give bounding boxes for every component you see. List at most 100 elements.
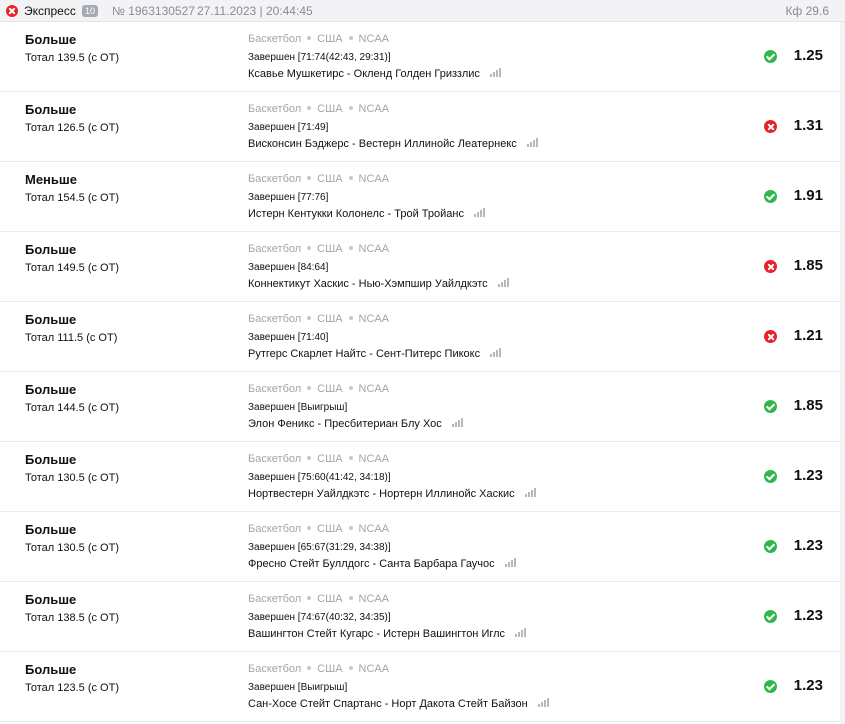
stats-bars-icon[interactable] [473, 208, 485, 217]
league-label: NCAA [358, 663, 390, 675]
event-meta: Баскетбол США NCAA [248, 593, 389, 605]
cross-circle-icon [764, 120, 777, 133]
bet-row[interactable]: Больше Тотал 111.5 (с ОТ) Баскетбол США NC… [0, 302, 840, 372]
teams-label: Истерн Кентукки Колонелс - Трой Тройанс [248, 208, 464, 220]
dot-separator [307, 456, 312, 461]
teams-label: Сан-Хосе Стейт Спартанс - Норт Дакота Ст… [248, 698, 528, 710]
event-teams: Элон Феникс - Пресбитериан Блу Хос [248, 418, 463, 430]
event-result: Завершен [74:67(40:32, 34:35)] [248, 612, 391, 623]
bet-coefficient: 1.23 [793, 607, 823, 624]
stats-bars-icon[interactable] [524, 488, 536, 497]
dot-separator [307, 246, 312, 251]
dot-separator [348, 106, 353, 111]
lost-status-icon [6, 5, 18, 17]
event-result: Завершен [71:40] [248, 332, 329, 343]
cross-circle-icon [764, 330, 777, 343]
country-label: США [317, 33, 343, 45]
check-circle-icon [764, 190, 777, 203]
event-teams: Ксавье Мушкетирс - Окленд Голден Гриззли… [248, 68, 501, 80]
league-label: NCAA [358, 103, 390, 115]
dot-separator [348, 176, 353, 181]
event-meta: Баскетбол США NCAA [248, 663, 389, 675]
stats-bars-icon[interactable] [526, 138, 538, 147]
country-label: США [317, 663, 343, 675]
dot-separator [348, 36, 353, 41]
dot-separator [307, 316, 312, 321]
scrollbar[interactable] [840, 22, 845, 724]
event-result: Завершен [75:60(41:42, 34:18)] [248, 472, 391, 483]
bet-row[interactable]: Меньше Тотал 154.5 (с ОТ) Баскетбол США NC… [0, 162, 840, 232]
bet-selection: Тотал 123.5 (с ОТ) [25, 682, 119, 694]
dot-separator [348, 316, 353, 321]
bet-row[interactable]: Больше Тотал 139.5 (с ОТ) Баскетбол США NC… [0, 22, 840, 92]
dot-separator [307, 666, 312, 671]
sport-label: Баскетбол [248, 593, 302, 605]
event-result: Завершен [Выигрыш] [248, 682, 348, 693]
coupon-header[interactable]: Экспресс 10 № 1963130527 27.11.2023 | 20… [0, 0, 845, 22]
bet-market: Больше [25, 242, 77, 257]
event-teams: Висконсин Бэджерс - Вестерн Иллинойс Леа… [248, 138, 538, 150]
bet-selection: Тотал 149.5 (с ОТ) [25, 262, 119, 274]
stats-bars-icon[interactable] [489, 68, 501, 77]
bet-coefficient: 1.23 [793, 677, 823, 694]
stats-bars-icon[interactable] [497, 278, 509, 287]
dot-separator [348, 596, 353, 601]
event-result: Завершен [Выигрыш] [248, 402, 348, 413]
teams-label: Коннектикут Хаскис - Нью-Хэмпшир Уайлдкэ… [248, 278, 488, 290]
country-label: США [317, 173, 343, 185]
bet-row[interactable]: Больше Тотал 144.5 (с ОТ) Баскетбол США NC… [0, 372, 840, 442]
bet-market: Больше [25, 312, 77, 327]
bet-coefficient: 1.23 [793, 467, 823, 484]
league-label: NCAA [358, 243, 390, 255]
bet-market: Больше [25, 452, 77, 467]
event-result: Завершен [71:74(42:43, 29:31)] [248, 52, 391, 63]
country-label: США [317, 523, 343, 535]
stats-bars-icon[interactable] [515, 628, 527, 637]
country-label: США [317, 243, 343, 255]
teams-label: Рутгерс Скарлет Найтс - Сент-Питерс Пико… [248, 348, 481, 360]
bet-coefficient: 1.21 [793, 327, 823, 344]
bet-coefficient: 1.85 [793, 257, 823, 274]
stats-bars-icon[interactable] [537, 698, 549, 707]
bet-row[interactable]: Больше Тотал 123.5 (с ОТ) Баскетбол США NC… [0, 652, 840, 722]
bet-row[interactable]: Больше Тотал 130.5 (с ОТ) Баскетбол США NC… [0, 442, 840, 512]
dot-separator [348, 456, 353, 461]
sport-label: Баскетбол [248, 663, 302, 675]
country-label: США [317, 103, 343, 115]
bet-row[interactable]: Больше Тотал 138.5 (с ОТ) Баскетбол США NC… [0, 582, 840, 652]
stats-bars-icon[interactable] [504, 558, 516, 567]
bet-list: Больше Тотал 139.5 (с ОТ) Баскетбол США NC… [0, 22, 840, 722]
teams-label: Элон Феникс - Пресбитериан Блу Хос [248, 418, 442, 430]
event-meta: Баскетбол США NCAA [248, 33, 389, 45]
teams-label: Фресно Стейт Буллдогс - Санта Барбара Га… [248, 558, 495, 570]
event-teams: Истерн Кентукки Колонелс - Трой Тройанс [248, 208, 485, 220]
check-circle-icon [764, 50, 777, 63]
events-count-badge: 10 [82, 5, 99, 17]
stats-bars-icon[interactable] [451, 418, 463, 427]
event-meta: Баскетбол США NCAA [248, 243, 389, 255]
check-circle-icon [764, 610, 777, 623]
sport-label: Баскетбол [248, 523, 302, 535]
league-label: NCAA [358, 33, 390, 45]
dot-separator [307, 176, 312, 181]
event-result: Завершен [84:64] [248, 262, 329, 273]
sport-label: Баскетбол [248, 33, 302, 45]
event-meta: Баскетбол США NCAA [248, 173, 389, 185]
event-result: Завершен [71:49] [248, 122, 329, 133]
country-label: США [317, 593, 343, 605]
bet-row[interactable]: Больше Тотал 130.5 (с ОТ) Баскетбол США NC… [0, 512, 840, 582]
dot-separator [348, 526, 353, 531]
bet-row[interactable]: Больше Тотал 149.5 (с ОТ) Баскетбол США NC… [0, 232, 840, 302]
event-meta: Баскетбол США NCAA [248, 103, 389, 115]
dot-separator [307, 106, 312, 111]
bet-market: Больше [25, 382, 77, 397]
stats-bars-icon[interactable] [490, 348, 502, 357]
event-teams: Сан-Хосе Стейт Спартанс - Норт Дакота Ст… [248, 698, 549, 710]
dot-separator [348, 246, 353, 251]
sport-label: Баскетбол [248, 103, 302, 115]
bet-row[interactable]: Больше Тотал 126.5 (с ОТ) Баскетбол США NC… [0, 92, 840, 162]
sport-label: Баскетбол [248, 383, 302, 395]
check-circle-icon [764, 540, 777, 553]
event-result: Завершен [65:67(31:29, 34:38)] [248, 542, 391, 553]
bet-market: Больше [25, 522, 77, 537]
